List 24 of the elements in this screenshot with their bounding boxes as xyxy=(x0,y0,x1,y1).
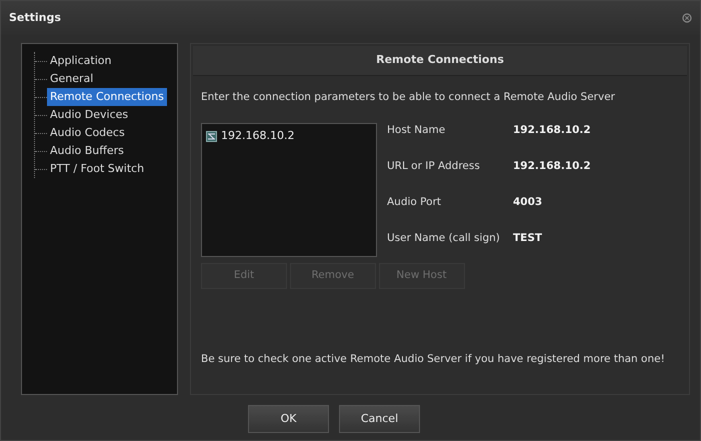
tree-item[interactable]: Audio Buffers xyxy=(47,142,127,160)
field-label: User Name (call sign) xyxy=(387,231,501,246)
field-label: URL or IP Address xyxy=(387,159,481,174)
tree-item[interactable]: Audio Devices xyxy=(47,106,132,124)
server-icon xyxy=(206,131,217,142)
description-text: Enter the connection parameters to be able to connect a Remote Audio Server xyxy=(201,90,616,104)
panel-header: Remote Connections xyxy=(193,46,687,76)
field-value: 192.168.10.2 xyxy=(513,123,591,138)
field-label: Audio Port xyxy=(387,195,442,210)
host-item[interactable]: 192.168.10.2 xyxy=(221,128,294,145)
dialog-button[interactable]: OK xyxy=(248,405,329,433)
tree-item[interactable]: Remote Connections xyxy=(47,88,167,106)
tree-item[interactable]: Audio Codecs xyxy=(47,124,128,142)
tree-item[interactable]: Application xyxy=(47,52,114,70)
close-icon[interactable] xyxy=(682,13,692,23)
field-value: 192.168.10.2 xyxy=(513,159,591,174)
tree-item[interactable]: PTT / Foot Switch xyxy=(47,160,148,178)
note-text: Be sure to check one active Remote Audio Server if you have registered more than one! xyxy=(201,352,666,368)
tree-item[interactable]: General xyxy=(47,70,96,88)
window-title: Settings xyxy=(9,10,61,26)
field-value: 4003 xyxy=(513,195,544,210)
field-label: Host Name xyxy=(387,123,446,138)
dialog-button[interactable]: Cancel xyxy=(339,405,420,433)
field-value: TEST xyxy=(513,231,544,246)
